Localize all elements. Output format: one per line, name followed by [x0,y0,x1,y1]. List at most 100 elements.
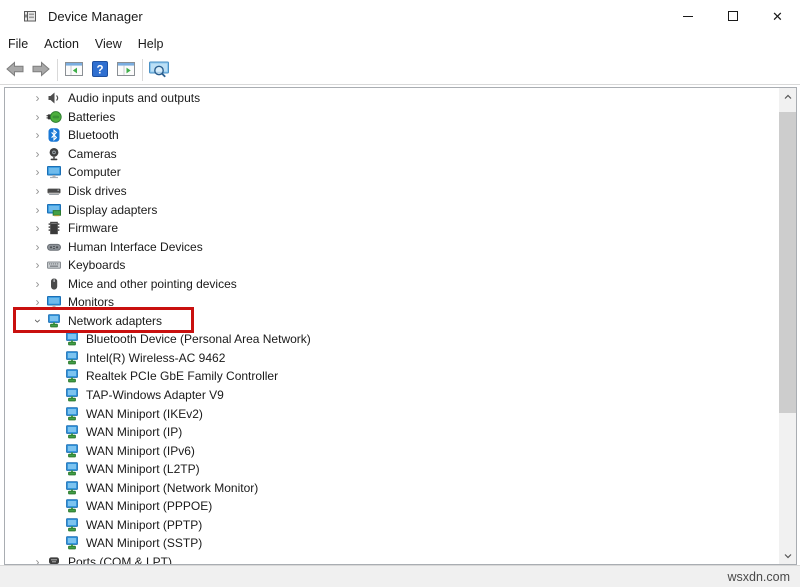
audio-icon [46,90,62,106]
chevron-collapsed-icon[interactable]: › [29,128,46,142]
menu-bar: FileActionViewHelp [0,32,800,56]
tree-item-display-adapters[interactable]: › Display adapters [5,200,796,219]
chevron-collapsed-icon[interactable]: › [29,258,46,272]
vertical-scrollbar[interactable] [779,88,796,564]
tree-item-audio-inputs-and-outputs[interactable]: ›Audio inputs and outputs [5,89,796,108]
tree-item-wan-miniport-sstp[interactable]: WAN Miniport (SSTP) [5,534,796,553]
help-button[interactable]: ? [87,58,113,83]
network-adapter-icon [64,498,80,514]
tree-item-label: WAN Miniport (IP) [86,425,182,439]
action-pane-icon [116,59,136,82]
tree-item-label: Human Interface Devices [68,240,203,254]
tree-item-label: Display adapters [68,203,157,217]
bluetooth-icon [46,127,62,143]
tree-item-realtek-pcie-gbe-family-controller[interactable]: Realtek PCIe GbE Family Controller [5,367,796,386]
minimize-icon [683,16,693,17]
tree-item-label: Intel(R) Wireless-AC 9462 [86,351,225,365]
tree-item-mice-and-other-pointing-devices[interactable]: › Mice and other pointing devices [5,274,796,293]
tree-item-batteries[interactable]: › Batteries [5,108,796,127]
tree-item-computer[interactable]: › Computer [5,163,796,182]
tree-item-bluetooth[interactable]: › Bluetooth [5,126,796,145]
keyboard-icon [46,257,62,273]
computer-icon [46,164,62,180]
hid-icon [46,239,62,255]
chevron-collapsed-icon[interactable]: › [29,555,46,565]
back-arrow-icon [4,59,26,82]
network-adapter-icon [64,350,80,366]
action-pane-button[interactable] [113,58,139,83]
chevron-collapsed-icon[interactable]: › [29,91,46,105]
tree-item-cameras[interactable]: ›Cameras [5,145,796,164]
tree-item-intel-r-wireless-ac-9462[interactable]: Intel(R) Wireless-AC 9462 [5,349,796,368]
chevron-collapsed-icon[interactable]: › [29,184,46,198]
scrollbar-thumb[interactable] [779,112,796,413]
network-adapter-icon [64,387,80,403]
chevron-collapsed-icon[interactable]: › [29,147,46,161]
forward-arrow-icon [30,59,52,82]
toolbar-separator [57,59,58,81]
tree-item-label: Disk drives [68,184,127,198]
tree-item-label: WAN Miniport (PPPOE) [86,499,212,513]
highlight-rectangle [13,307,194,333]
menu-item-action[interactable]: Action [36,34,87,54]
tree-item-wan-miniport-pptp[interactable]: WAN Miniport (PPTP) [5,516,796,535]
back-button[interactable] [2,58,28,83]
tree-item-label: WAN Miniport (IPv6) [86,444,195,458]
tree-item-wan-miniport-ipv6[interactable]: WAN Miniport (IPv6) [5,441,796,460]
network-adapter-icon [64,517,80,533]
menu-item-file[interactable]: File [0,34,36,54]
forward-button[interactable] [28,58,54,83]
tree-item-label: Mice and other pointing devices [68,277,237,291]
show-console-tree-button[interactable] [61,58,87,83]
tree-item-firmware[interactable]: › Firmware [5,219,796,238]
scan-hardware-changes-button[interactable] [146,58,172,83]
scroll-down-button[interactable] [779,547,796,564]
tree-item-disk-drives[interactable]: › Disk drives [5,182,796,201]
window-controls: ✕ [665,0,800,32]
tree-item-wan-miniport-l2tp[interactable]: WAN Miniport (L2TP) [5,460,796,479]
maximize-button[interactable] [710,0,755,32]
tree-item-label: Firmware [68,221,118,235]
maximize-icon [728,11,738,21]
close-button[interactable]: ✕ [755,0,800,32]
tree-item-label: Bluetooth [68,128,119,142]
chevron-down-icon [783,551,793,561]
network-adapter-icon [64,461,80,477]
chevron-collapsed-icon[interactable]: › [29,221,46,235]
menu-item-view[interactable]: View [87,34,130,54]
chevron-collapsed-icon[interactable]: › [29,203,46,217]
tree-item-wan-miniport-ip[interactable]: WAN Miniport (IP) [5,423,796,442]
tree-item-wan-miniport-network-monitor[interactable]: WAN Miniport (Network Monitor) [5,478,796,497]
chevron-up-icon [783,92,793,102]
console-tree-icon [64,59,84,82]
tree-item-keyboards[interactable]: ›Keyboards [5,256,796,275]
tree-item-human-interface-devices[interactable]: › Human Interface Devices [5,237,796,256]
network-adapter-icon [64,368,80,384]
chevron-collapsed-icon[interactable]: › [29,110,46,124]
close-icon: ✕ [772,10,783,23]
tree-item-label: Batteries [68,110,115,124]
tree-item-tap-windows-adapter-v9[interactable]: TAP-Windows Adapter V9 [5,386,796,405]
chevron-collapsed-icon[interactable]: › [29,240,46,254]
firmware-icon [46,220,62,236]
tree-item-label: WAN Miniport (L2TP) [86,462,200,476]
scroll-up-button[interactable] [779,88,796,105]
tree-item-ports-com-lpt[interactable]: ›Ports (COM & LPT) [5,553,796,565]
network-adapter-icon [64,535,80,551]
tree-item-wan-miniport-pppoe[interactable]: WAN Miniport (PPPOE) [5,497,796,516]
tree-item-label: Computer [68,165,121,179]
mouse-icon [46,276,62,292]
window-title: Device Manager [48,9,143,24]
scan-hardware-icon [147,59,171,82]
tree-item-label: WAN Miniport (PPTP) [86,518,202,532]
bottom-strip: wsxdn.com [0,565,800,587]
ports-icon [46,554,62,565]
minimize-button[interactable] [665,0,710,32]
network-adapter-icon [64,331,80,347]
toolbar-separator [142,59,143,81]
menu-item-help[interactable]: Help [130,34,172,54]
tree-item-wan-miniport-ikev2[interactable]: WAN Miniport (IKEv2) [5,404,796,423]
chevron-collapsed-icon[interactable]: › [29,277,46,291]
network-adapter-icon [64,480,80,496]
chevron-collapsed-icon[interactable]: › [29,165,46,179]
